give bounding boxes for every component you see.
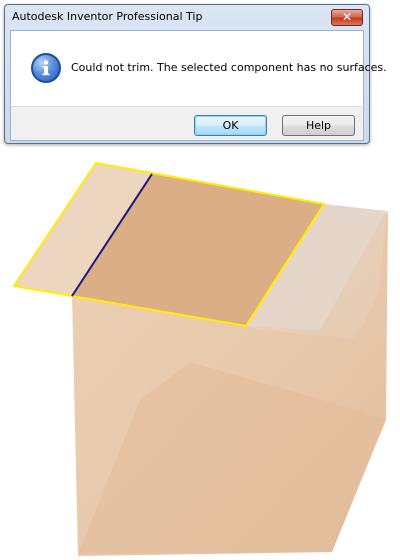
dialog-title: Autodesk Inventor Professional Tip (12, 10, 203, 23)
ok-button[interactable]: OK (194, 115, 267, 136)
dialog-content: Could not trim. The selected component h… (10, 30, 387, 107)
model-viewport[interactable] (0, 150, 400, 556)
box-model[interactable] (0, 150, 400, 556)
info-icon (31, 53, 61, 83)
dialog-titlebar[interactable]: Autodesk Inventor Professional Tip ✕ (5, 5, 369, 30)
help-button[interactable]: Help (282, 115, 355, 136)
dialog-button-bar: OK Help (10, 106, 364, 141)
close-button[interactable]: ✕ (331, 9, 363, 26)
dialog-message: Could not trim. The selected component h… (71, 61, 387, 74)
close-icon: ✕ (341, 10, 353, 24)
tip-dialog: Autodesk Inventor Professional Tip ✕ Cou… (4, 4, 387, 144)
